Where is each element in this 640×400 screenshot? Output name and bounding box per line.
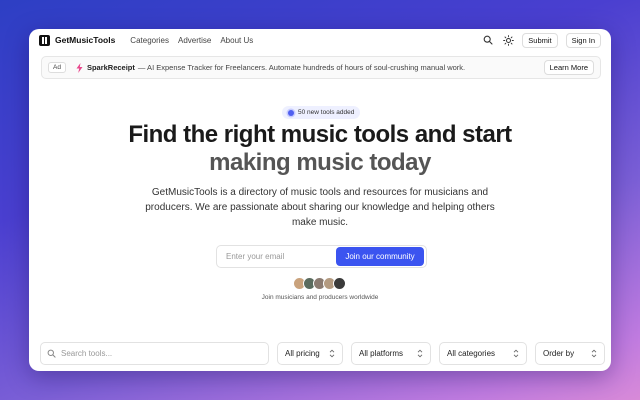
ad-tag: Ad — [48, 62, 66, 73]
email-field[interactable] — [219, 252, 336, 261]
chevron-up-down-icon — [329, 349, 335, 358]
nav-link-about[interactable]: About Us — [220, 36, 253, 45]
join-community-button[interactable]: Join our community — [336, 247, 424, 266]
categories-select[interactable]: All categories — [439, 342, 527, 365]
platforms-select-value: All platforms — [359, 349, 404, 358]
chevron-up-down-icon — [417, 349, 423, 358]
logo-icon — [39, 34, 50, 46]
search-box[interactable] — [40, 342, 269, 365]
avatar-group — [293, 277, 346, 290]
nav-actions: Submit Sign In — [482, 32, 601, 48]
search-input[interactable] — [61, 349, 251, 358]
nav-link-advertise[interactable]: Advertise — [178, 36, 211, 45]
platforms-select[interactable]: All platforms — [351, 342, 431, 365]
search-icon[interactable] — [482, 34, 494, 46]
ad-text: — AI Expense Tracker for Freelancers. Au… — [137, 63, 466, 72]
browser-window: GetMusicTools Categories Advertise About… — [29, 29, 611, 371]
search-icon — [47, 349, 56, 358]
badge-text: 50 new tools added — [298, 109, 355, 116]
ad-brand: SparkReceipt — [86, 63, 135, 72]
new-tools-badge: 50 new tools added — [282, 106, 361, 119]
badge-dot-icon — [288, 109, 294, 116]
hero-title-line2: making music today — [209, 149, 431, 176]
order-by-select-value: Order by — [543, 349, 575, 358]
ad-banner[interactable]: Ad SparkReceipt — AI Expense Tracker for… — [41, 56, 601, 79]
sign-in-button[interactable]: Sign In — [565, 32, 601, 48]
learn-more-button[interactable]: Learn More — [543, 60, 594, 75]
spark-bolt-icon — [76, 62, 83, 73]
top-nav: GetMusicTools Categories Advertise About… — [29, 29, 611, 51]
filter-bar: All pricing All platforms All categories… — [40, 342, 605, 365]
nav-links: Categories Advertise About Us — [130, 36, 253, 45]
chevron-up-down-icon — [591, 349, 597, 358]
logo[interactable]: GetMusicTools — [39, 34, 116, 46]
nav-link-categories[interactable]: Categories — [130, 36, 169, 45]
pricing-select-value: All pricing — [285, 349, 320, 358]
chevron-up-down-icon — [513, 349, 519, 358]
theme-toggle-sun-icon[interactable] — [502, 34, 514, 46]
join-caption: Join musicians and producers worldwide — [261, 294, 379, 301]
pricing-select[interactable]: All pricing — [277, 342, 343, 365]
submit-button[interactable]: Submit — [522, 32, 558, 48]
categories-select-value: All categories — [447, 349, 496, 358]
order-by-select[interactable]: Order by — [535, 342, 605, 365]
signup-form: Join our community — [216, 245, 427, 268]
avatar — [333, 277, 346, 290]
brand-name: GetMusicTools — [55, 35, 116, 45]
hero-subtitle: GetMusicTools is a directory of music to… — [145, 187, 495, 228]
hero-title-line1: Find the right music tools and start — [128, 121, 512, 148]
